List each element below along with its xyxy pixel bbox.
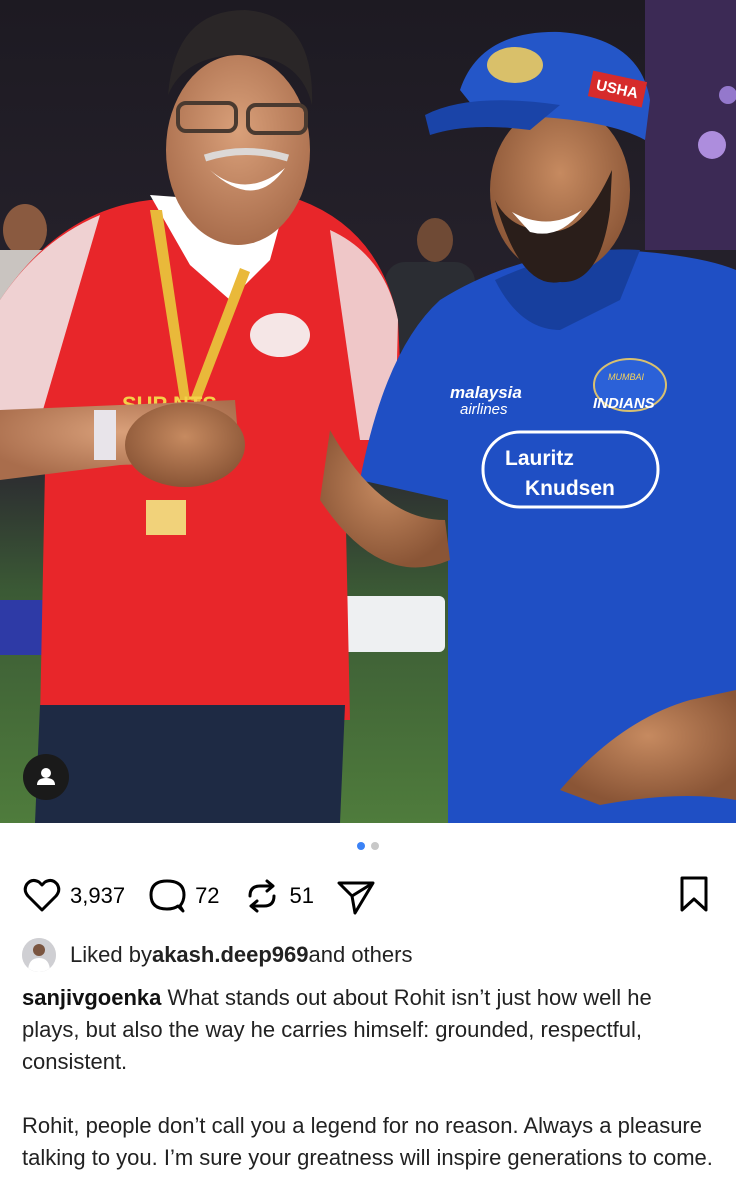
liked-by-user[interactable]: akash.deep969 [152, 942, 309, 968]
action-bar: 3,937 72 51 [22, 872, 714, 920]
carousel-indicator [0, 842, 736, 850]
jersey-logo-line1: MUMBAI [608, 372, 644, 382]
repost-button[interactable]: 51 [242, 876, 314, 916]
comment-button[interactable]: 72 [147, 876, 220, 916]
bookmark-icon [680, 876, 708, 912]
jersey-chest-line2: Knudsen [525, 477, 615, 500]
comment-count: 72 [195, 883, 220, 908]
comment-icon [149, 879, 186, 913]
post-photo[interactable]: SUP NTS malaysia airlines MUMBAI INDIANS… [0, 0, 736, 823]
avatar-image [22, 938, 56, 972]
send-icon [337, 881, 375, 915]
like-button[interactable]: 3,937 [22, 876, 125, 916]
repost-icon [248, 879, 276, 913]
jersey-sponsor-line2: airlines [460, 401, 508, 418]
like-count: 3,937 [70, 883, 126, 908]
post-caption: sanjivgoenka What stands out about Rohit… [22, 982, 714, 1174]
tagged-users-button[interactable] [23, 754, 69, 800]
caption-text-2: Rohit, people don’t call you a legend fo… [22, 1113, 713, 1170]
liked-by[interactable]: Liked by akash.deep969 and others [22, 938, 714, 972]
heart-icon [23, 878, 61, 912]
carousel-dot-active[interactable] [357, 842, 365, 850]
save-button[interactable] [674, 874, 714, 919]
post-image: SUP NTS malaysia airlines MUMBAI INDIANS… [0, 0, 736, 823]
share-button[interactable] [336, 876, 376, 916]
liked-by-suffix: and others [308, 942, 413, 967]
person-icon [37, 768, 55, 785]
liked-by-prefix: Liked by [70, 942, 152, 967]
caption-username[interactable]: sanjivgoenka [22, 985, 161, 1010]
jersey-logo-line2: INDIANS [593, 395, 655, 412]
avatar[interactable] [22, 938, 56, 972]
jersey-sponsor-line1: malaysia [450, 383, 522, 402]
repost-count: 51 [289, 883, 315, 908]
carousel-dot[interactable] [371, 842, 379, 850]
jersey-chest-line1: Lauritz [505, 447, 574, 470]
